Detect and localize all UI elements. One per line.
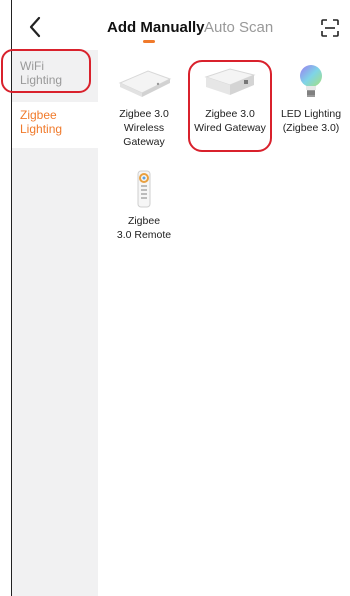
device-zigbee-remote[interactable]: Zigbee 3.0 Remote (101, 170, 187, 242)
highlight-sidebar-zigbee (1, 49, 91, 93)
scan-icon[interactable] (321, 19, 339, 37)
tab-auto-scan[interactable]: Auto Scan (204, 19, 273, 36)
light-bulb-icon (296, 63, 326, 101)
app-screen: Add Manually Auto Scan WiFi Lighting Zig… (1, 0, 350, 596)
header: Add Manually Auto Scan (12, 0, 350, 50)
device-label: LED Lighting (Zigbee 3.0) (280, 108, 342, 134)
highlight-wired-gateway (188, 60, 272, 152)
wireless-gateway-icon (114, 63, 174, 101)
back-icon[interactable] (26, 15, 46, 39)
tab-add-manually[interactable]: Add Manually (107, 19, 205, 36)
device-label: Zigbee 3.0 Wireless Gateway (119, 108, 169, 148)
device-zigbee-wireless-gateway[interactable]: Zigbee 3.0 Wireless Gateway (101, 63, 187, 149)
device-led-lighting[interactable]: LED Lighting (Zigbee 3.0) (271, 63, 350, 135)
category-sidebar: WiFi Lighting Zigbee Lighting (12, 50, 98, 596)
sidebar-item-label: Zigbee Lighting (20, 108, 63, 136)
device-label: Zigbee 3.0 Remote (116, 215, 172, 241)
remote-icon (136, 170, 152, 208)
active-tab-indicator (143, 40, 155, 43)
sidebar-item-zigbee-lighting[interactable]: Zigbee Lighting (12, 102, 98, 148)
